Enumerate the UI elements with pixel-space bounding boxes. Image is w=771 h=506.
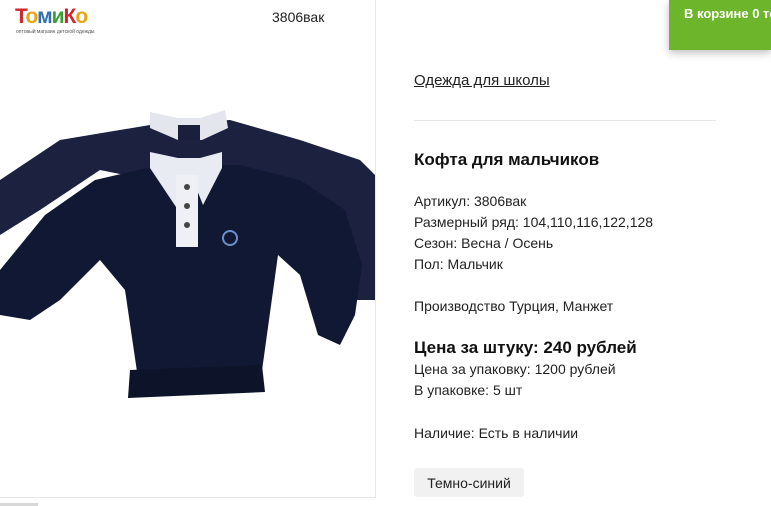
product-title: Кофта для мальчиков	[414, 150, 600, 169]
spec-gender: Пол: Мальчик	[414, 256, 503, 272]
availability-status: Наличие: Есть в наличии	[414, 425, 579, 441]
site-logo[interactable]: ТомиКо оптовый магазин детской одежды	[15, 6, 115, 36]
logo-tagline: оптовый магазин детской одежды	[16, 29, 95, 35]
header-article-code: 3806вак	[272, 9, 325, 25]
pack-size: В упаковке: 5 шт	[414, 382, 523, 398]
product-photo	[0, 110, 375, 398]
spec-sizes: Размерный ряд: 104,110,116,122,128	[414, 214, 654, 230]
price-per-pack: Цена за упаковку: 1200 рублей	[414, 361, 616, 377]
spec-season: Сезон: Весна / Осень	[414, 235, 554, 251]
spec-article: Артикул: 3806вак	[414, 193, 527, 209]
product-photo-panel[interactable]	[0, 0, 376, 498]
divider	[414, 120, 716, 121]
price-per-item: Цена за штуку: 240 рублей	[414, 338, 637, 357]
spec-production: Производство Турция, Манжет	[414, 298, 614, 314]
logo-wordmark: ТомиКо	[15, 5, 88, 28]
color-option-chip[interactable]: Темно-синий	[414, 468, 524, 497]
breadcrumb-category-link[interactable]: Одежда для школы	[414, 72, 550, 89]
cart-button[interactable]: В корзине 0 товаров	[669, 0, 771, 50]
